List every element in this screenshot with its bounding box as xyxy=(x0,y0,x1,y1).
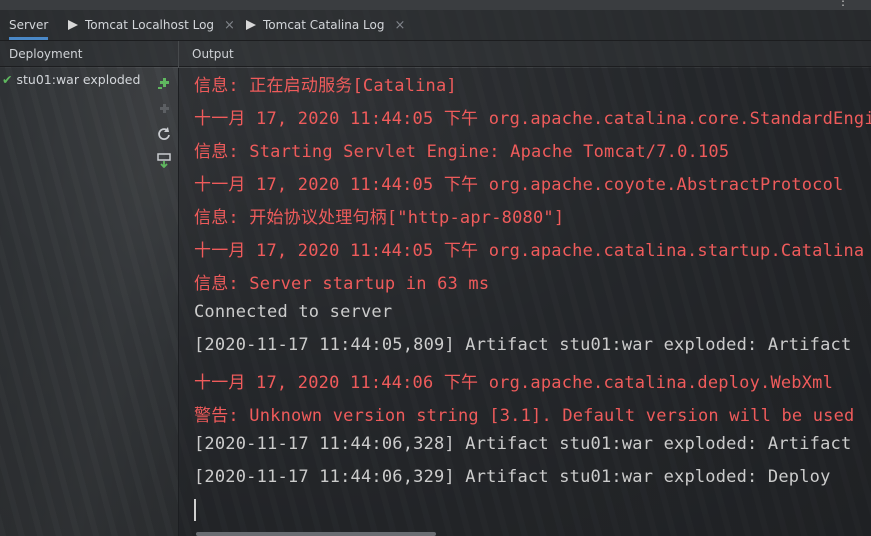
console-line: 十一月 17, 2020 11:44:05 下午 org.apache.cata… xyxy=(194,241,865,261)
tab-server[interactable]: Server xyxy=(9,10,49,40)
log-icon xyxy=(68,20,78,30)
console-line: 信息: Server startup in 63 ms xyxy=(194,274,490,294)
output-header: Output xyxy=(179,41,871,67)
console-line: 警告: Unknown version string [3.1]. Defaul… xyxy=(194,406,855,426)
text-caret xyxy=(194,499,196,521)
tab-label: Tomcat Catalina Log xyxy=(263,18,385,32)
close-icon[interactable]: × xyxy=(224,18,235,33)
tab-tomcat-localhost-log[interactable]: Tomcat Localhost Log × xyxy=(68,10,235,40)
redeploy-icon[interactable] xyxy=(156,126,172,142)
update-icon[interactable] xyxy=(156,152,172,169)
undeploy-icon[interactable] xyxy=(156,101,172,117)
console-line: 信息: 开始协议处理句柄["http-apr-8080"] xyxy=(194,208,565,228)
deployment-panel: ✔ stu01:war exploded xyxy=(0,68,179,536)
check-icon: ✔ xyxy=(2,72,13,87)
output-console[interactable]: 信息: 正在启动服务[Catalina] 十一月 17, 2020 11:44:0… xyxy=(178,68,871,536)
deploy-icon[interactable] xyxy=(156,75,172,91)
console-line: 十一月 17, 2020 11:44:05 下午 org.apache.cata… xyxy=(194,109,871,129)
console-line: 信息: 正在启动服务[Catalina] xyxy=(194,76,457,96)
deployment-header: Deployment xyxy=(0,41,178,67)
deployment-item-label: stu01:war exploded xyxy=(16,72,141,87)
console-line: 十一月 17, 2020 11:44:05 下午 org.apache.coyo… xyxy=(194,175,844,195)
console-line: Connected to server xyxy=(194,302,393,322)
tool-window-tabs: Server Tomcat Localhost Log × Tomcat Cata… xyxy=(0,10,871,41)
console-line: 信息: Starting Servlet Engine: Apache Tomc… xyxy=(194,142,730,162)
horizontal-scrollbar[interactable] xyxy=(196,532,436,536)
console-line: [2020-11-17 11:44:05,809] Artifact stu01… xyxy=(194,335,852,355)
tab-tomcat-catalina-log[interactable]: Tomcat Catalina Log × xyxy=(246,10,405,40)
log-icon xyxy=(246,20,256,30)
deployment-item[interactable]: ✔ stu01:war exploded xyxy=(0,71,140,89)
console-line: [2020-11-17 11:44:06,329] Artifact stu01… xyxy=(194,467,831,487)
tab-label: Server xyxy=(9,18,49,32)
console-line: 十一月 17, 2020 11:44:06 下午 org.apache.cata… xyxy=(194,373,834,393)
console-line: [2020-11-17 11:44:06,328] Artifact stu01… xyxy=(194,434,852,454)
close-icon[interactable]: × xyxy=(394,18,405,33)
tab-label: Tomcat Localhost Log xyxy=(85,18,215,32)
top-strip: ⋮ xyxy=(0,0,871,10)
settings-icon[interactable]: ⋮ xyxy=(837,0,849,8)
